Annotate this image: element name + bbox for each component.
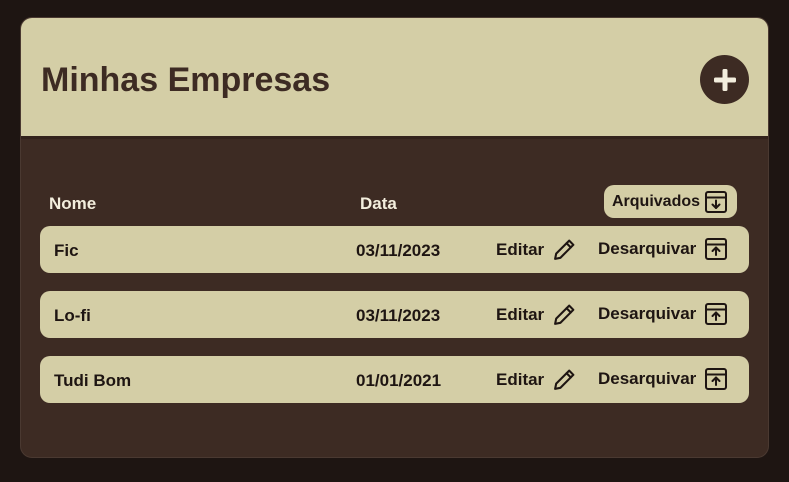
archive-down-icon xyxy=(705,190,728,213)
edit-button[interactable]: Editar xyxy=(496,302,577,327)
edit-button[interactable]: Editar xyxy=(496,367,577,392)
unarchive-button-label: Desarquivar xyxy=(598,239,697,258)
table-row: Fic 03/11/2023 Editar Desarquivar xyxy=(40,226,749,273)
company-name: Fic xyxy=(54,241,79,260)
pencil-icon xyxy=(554,369,575,390)
plus-icon xyxy=(713,68,736,91)
unarchive-button-label: Desarquivar xyxy=(598,369,697,388)
archived-filter-button[interactable]: Arquivados xyxy=(604,185,738,218)
page-title: Minhas Empresas xyxy=(41,61,331,99)
add-company-button[interactable] xyxy=(700,55,749,104)
company-date: 03/11/2023 xyxy=(356,306,441,325)
archive-up-icon xyxy=(705,303,728,325)
archive-up-icon xyxy=(705,368,728,390)
pencil-icon xyxy=(554,239,575,260)
archived-button-label: Arquivados xyxy=(612,192,701,210)
pencil-icon xyxy=(554,304,575,325)
panel-header: Minhas Empresas xyxy=(21,18,768,139)
edit-button-label: Editar xyxy=(496,369,545,389)
company-name: Tudi Bom xyxy=(54,371,132,390)
edit-button-label: Editar xyxy=(496,304,545,324)
company-date: 03/11/2023 xyxy=(356,241,441,260)
company-name: Lo-fi xyxy=(54,306,91,325)
unarchive-button[interactable]: Desarquivar xyxy=(598,367,728,391)
table-row: Lo-fi 03/11/2023 Editar Desarquivar xyxy=(40,291,749,338)
unarchive-button[interactable]: Desarquivar xyxy=(598,237,728,261)
column-header-date: Data xyxy=(360,194,397,213)
edit-button-label: Editar xyxy=(496,239,545,259)
archive-up-icon xyxy=(705,238,728,260)
company-date: 01/01/2021 xyxy=(356,371,442,390)
table-header: Nome Data Arquivados xyxy=(21,185,768,219)
unarchive-button-label: Desarquivar xyxy=(598,304,697,323)
unarchive-button[interactable]: Desarquivar xyxy=(598,302,728,326)
column-header-name: Nome xyxy=(49,194,97,213)
table-row: Tudi Bom 01/01/2021 Editar Desarquivar xyxy=(40,356,749,403)
edit-button[interactable]: Editar xyxy=(496,237,577,262)
companies-panel: Minhas Empresas Nome Data Arquivados Fic… xyxy=(20,17,769,458)
